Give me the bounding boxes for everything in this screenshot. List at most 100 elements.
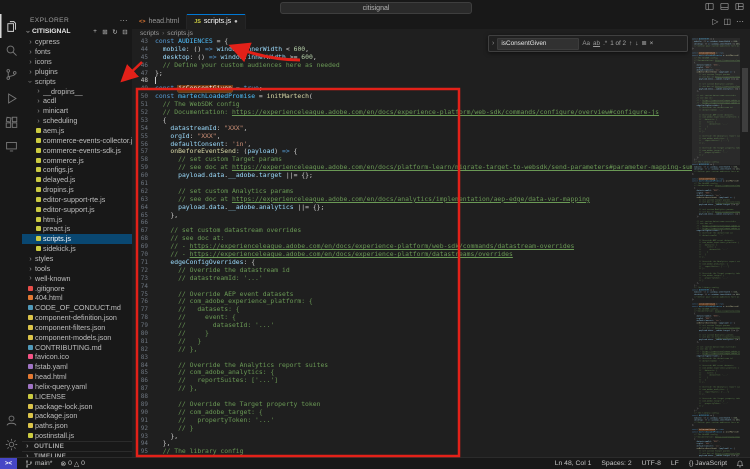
problems-button[interactable]: ⊗ 0 △ 0	[60, 460, 85, 468]
extensions-icon[interactable]	[0, 110, 22, 134]
scrollbar-thumb[interactable]	[742, 68, 748, 132]
tree-item[interactable]: ›styles	[22, 254, 132, 264]
tree-item[interactable]: ›minicart	[22, 106, 132, 116]
command-center-search[interactable]: citisignal	[280, 2, 472, 14]
code-line: 80 // }	[132, 330, 692, 338]
tree-item[interactable]: paths.json	[22, 421, 132, 431]
modified-dot-icon[interactable]: ●	[234, 19, 238, 25]
tree-item[interactable]: configs.js	[22, 165, 132, 175]
tree-item-label: htm.js	[43, 215, 62, 224]
collapse-all-icon[interactable]: ⊟	[121, 28, 129, 36]
tree-item[interactable]: dropins.js	[22, 185, 132, 195]
tree-item-label: LICENSE	[35, 392, 66, 401]
run-debug-icon[interactable]	[0, 86, 22, 110]
toggle-replace-icon[interactable]: ›	[492, 40, 494, 47]
tree-item[interactable]: ›icons	[22, 57, 132, 67]
project-section-header[interactable]: › CITISIGNAL + ⊞ ↻ ⊟	[22, 26, 132, 37]
settings-icon[interactable]	[0, 432, 22, 456]
regex-icon[interactable]: .*	[603, 40, 607, 47]
tree-item[interactable]: .gitignore	[22, 283, 132, 293]
new-file-icon[interactable]: +	[91, 28, 99, 36]
tree-item[interactable]: ›well-known	[22, 273, 132, 283]
new-folder-icon[interactable]: ⊞	[101, 28, 109, 36]
tree-item[interactable]: aem.js	[22, 126, 132, 136]
editor-tab[interactable]: <>head.html	[132, 14, 187, 29]
chevron-right-icon: ›	[26, 58, 35, 66]
tree-item[interactable]: commerce-events-collector.js	[22, 135, 132, 145]
remote-explorer-icon[interactable]	[0, 134, 22, 158]
tree-item[interactable]: postinstall.js	[22, 431, 132, 441]
file-icon	[34, 148, 43, 153]
find-input[interactable]: isConsentGiven	[497, 38, 579, 50]
editor-tab[interactable]: JSscripts.js●	[187, 14, 246, 29]
tree-item[interactable]: fstab.yaml	[22, 362, 132, 372]
run-icon[interactable]: ▷	[712, 17, 718, 26]
tree-item[interactable]: ›fonts	[22, 47, 132, 57]
tree-item[interactable]: component-definition.json	[22, 313, 132, 323]
outline-section[interactable]: › OUTLINE	[22, 441, 132, 451]
tree-item[interactable]: helix-query.yaml	[22, 382, 132, 392]
tree-item[interactable]: editor-support-rte.js	[22, 195, 132, 205]
close-icon[interactable]: ×	[650, 40, 654, 47]
tree-item[interactable]: sidekick.js	[22, 244, 132, 254]
code-line: 86 // reportSuites: ['...']	[132, 377, 692, 385]
code-editor[interactable]: 43const AUDIENCES = {44 mobile: () => wi…	[132, 38, 692, 458]
tree-item[interactable]: CONTRIBUTING.md	[22, 342, 132, 352]
tree-item[interactable]: favicon.ico	[22, 352, 132, 362]
bell-icon[interactable]	[736, 460, 744, 468]
tree-item[interactable]: LICENSE	[22, 391, 132, 401]
more-actions-icon[interactable]: ⋯	[120, 16, 128, 25]
whole-word-icon[interactable]: ab	[593, 40, 600, 47]
language-mode[interactable]: {} JavaScript	[689, 460, 727, 467]
code-line: 55 orgId: "XXX",	[132, 133, 692, 141]
breadcrumb-item[interactable]: scripts.js	[167, 30, 193, 37]
next-match-icon[interactable]: ↓	[635, 40, 638, 47]
tree-item[interactable]: CODE_OF_CONDUCT.md	[22, 303, 132, 313]
tree-item[interactable]: commerce.js	[22, 155, 132, 165]
tree-item[interactable]: ›scheduling	[22, 116, 132, 126]
tree-item[interactable]: component-filters.json	[22, 322, 132, 332]
cursor-position[interactable]: Ln 48, Col 1	[555, 460, 592, 467]
code-line: 73 // datastreamId: '...'	[132, 275, 692, 283]
tree-item[interactable]: ›scripts	[22, 76, 132, 86]
previous-match-icon[interactable]: ↑	[629, 40, 632, 47]
search-icon[interactable]	[0, 38, 22, 62]
tree-item[interactable]: ›cypress	[22, 37, 132, 47]
line-number: 49	[132, 85, 155, 93]
minimap[interactable]: const AUDIENCES = { mobile: () => window…	[692, 38, 740, 458]
tree-item[interactable]: commerce-events-sdk.js	[22, 145, 132, 155]
tree-item[interactable]: head.html	[22, 372, 132, 382]
tree-item[interactable]: ›__dropins__	[22, 86, 132, 96]
chevron-down-icon: ›	[24, 28, 32, 36]
tree-item[interactable]: preact.js	[22, 224, 132, 234]
source-control-icon[interactable]	[0, 62, 22, 86]
account-icon[interactable]	[0, 408, 22, 432]
tree-item[interactable]: ›tools	[22, 263, 132, 273]
encoding[interactable]: UTF-8	[642, 460, 661, 467]
tree-item[interactable]: package.json	[22, 411, 132, 421]
indentation[interactable]: Spaces: 2	[601, 460, 631, 467]
tree-item-label: package-lock.json	[35, 402, 93, 411]
explorer-icon[interactable]	[0, 14, 22, 38]
refresh-icon[interactable]: ↻	[111, 28, 119, 36]
tree-item[interactable]: package-lock.json	[22, 401, 132, 411]
tree-item[interactable]: ›plugins	[22, 67, 132, 77]
tree-item[interactable]: htm.js	[22, 214, 132, 224]
tree-item[interactable]: scripts.js	[22, 234, 132, 244]
eol[interactable]: LF	[671, 460, 679, 467]
find-in-selection-icon[interactable]: ≣	[641, 40, 646, 47]
breadcrumb-item[interactable]: scripts	[140, 30, 159, 37]
branch-button[interactable]: main*	[25, 460, 52, 468]
remote-indicator-button[interactable]: ><	[0, 458, 17, 469]
split-editor-icon[interactable]: ◫	[723, 17, 731, 26]
more-actions-icon[interactable]: ⋯	[736, 17, 744, 26]
tree-item[interactable]: component-models.json	[22, 332, 132, 342]
tree-item[interactable]: delayed.js	[22, 175, 132, 185]
scrollbar[interactable]	[740, 38, 750, 458]
tree-item[interactable]: ›acdl	[22, 96, 132, 106]
tree-item[interactable]: 404.html	[22, 293, 132, 303]
code-line: 84 // Override the Analytics report suit…	[132, 362, 692, 370]
tree-item[interactable]: editor-support.js	[22, 204, 132, 214]
match-case-icon[interactable]: Aa	[582, 40, 590, 47]
tabs: <>head.htmlJSscripts.js●	[132, 14, 246, 29]
